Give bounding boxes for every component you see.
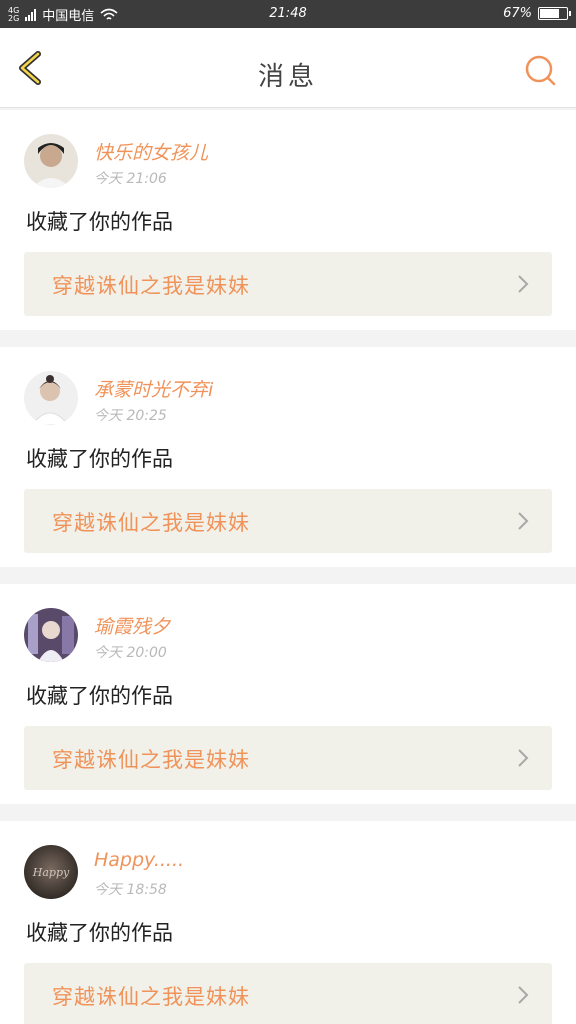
chevron-right-icon <box>518 512 529 530</box>
work-link[interactable]: 穿越诛仙之我是妹妹 <box>24 963 552 1024</box>
status-time: 21:48 <box>269 6 307 21</box>
message-time: 今天 20:00 <box>94 645 167 661</box>
avatar[interactable]: Happy <box>24 845 78 899</box>
battery-percent: 67% <box>503 6 532 21</box>
search-button[interactable] <box>522 52 558 88</box>
work-title: 穿越诛仙之我是妹妹 <box>52 748 250 772</box>
message-action: 收藏了你的作品 <box>26 210 173 234</box>
search-icon <box>525 55 556 86</box>
message-card: 瑜霞残夕 今天 20:00 收藏了你的作品 穿越诛仙之我是妹妹 <box>0 584 576 804</box>
work-title: 穿越诛仙之我是妹妹 <box>52 511 250 535</box>
message-time: 今天 18:58 <box>94 882 167 898</box>
work-title: 穿越诛仙之我是妹妹 <box>52 274 250 298</box>
page-title: 消息 <box>257 62 318 92</box>
username[interactable]: 承蒙时光不弃i <box>94 375 213 402</box>
message-time: 今天 21:06 <box>94 171 167 187</box>
status-bar: 4G 2G 中国电信 21:48 67% <box>0 0 576 28</box>
status-right: 67% <box>503 6 571 21</box>
avatar[interactable] <box>24 608 78 662</box>
work-link[interactable]: 穿越诛仙之我是妹妹 <box>24 489 552 553</box>
svg-text:Happy: Happy <box>32 866 70 879</box>
message-action: 收藏了你的作品 <box>26 684 173 708</box>
message-card: Happy Happy..... 今天 18:58 收藏了你的作品 穿越诛仙之我… <box>0 821 576 1024</box>
work-link[interactable]: 穿越诛仙之我是妹妹 <box>24 252 552 316</box>
chevron-right-icon <box>518 749 529 767</box>
navigation-bar: 消息 <box>0 28 576 108</box>
message-time: 今天 20:25 <box>94 408 167 424</box>
username[interactable]: 快乐的女孩儿 <box>94 138 208 165</box>
username[interactable]: Happy..... <box>94 849 184 871</box>
message-card: 快乐的女孩儿 今天 21:06 收藏了你的作品 穿越诛仙之我是妹妹 <box>0 110 576 330</box>
chevron-right-icon <box>518 275 529 293</box>
work-title: 穿越诛仙之我是妹妹 <box>52 985 250 1009</box>
message-action: 收藏了你的作品 <box>26 921 173 945</box>
battery-icon <box>538 7 571 20</box>
work-link[interactable]: 穿越诛仙之我是妹妹 <box>24 726 552 790</box>
message-action: 收藏了你的作品 <box>26 447 173 471</box>
avatar[interactable] <box>24 134 78 188</box>
message-card: 承蒙时光不弃i 今天 20:25 收藏了你的作品 穿越诛仙之我是妹妹 <box>0 347 576 567</box>
battery-level <box>540 9 559 18</box>
avatar[interactable] <box>24 371 78 425</box>
chevron-right-icon <box>518 986 529 1004</box>
username[interactable]: 瑜霞残夕 <box>94 612 170 639</box>
